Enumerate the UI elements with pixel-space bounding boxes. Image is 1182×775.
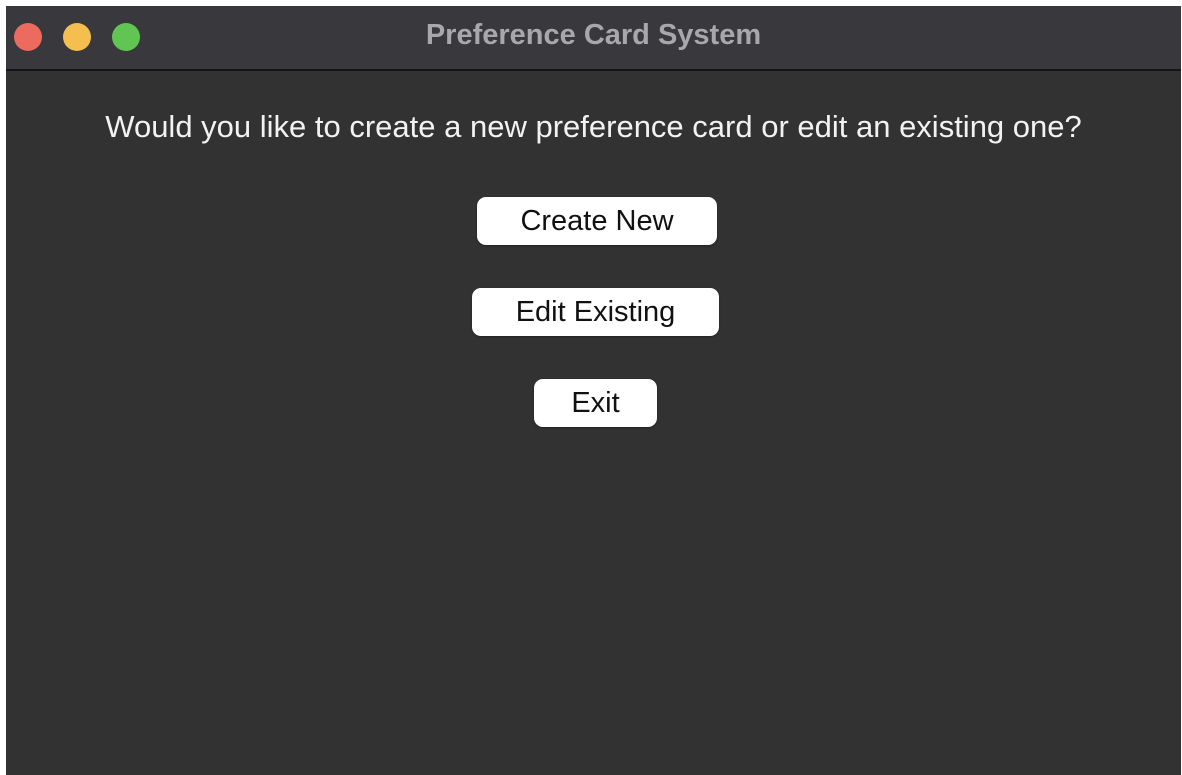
window-title: Preference Card System <box>425 19 762 51</box>
title-bar[interactable]: Preference Card System <box>6 6 1181 71</box>
main-content: Would you like to create a new preferenc… <box>6 71 1181 775</box>
create-new-button[interactable]: Create New <box>477 197 717 245</box>
edit-existing-button[interactable]: Edit Existing <box>472 288 719 336</box>
prompt-question: Would you like to create a new preferenc… <box>105 109 1082 144</box>
exit-button[interactable]: Exit <box>534 379 657 427</box>
app-window: Preference Card System Would you like to… <box>6 6 1181 775</box>
